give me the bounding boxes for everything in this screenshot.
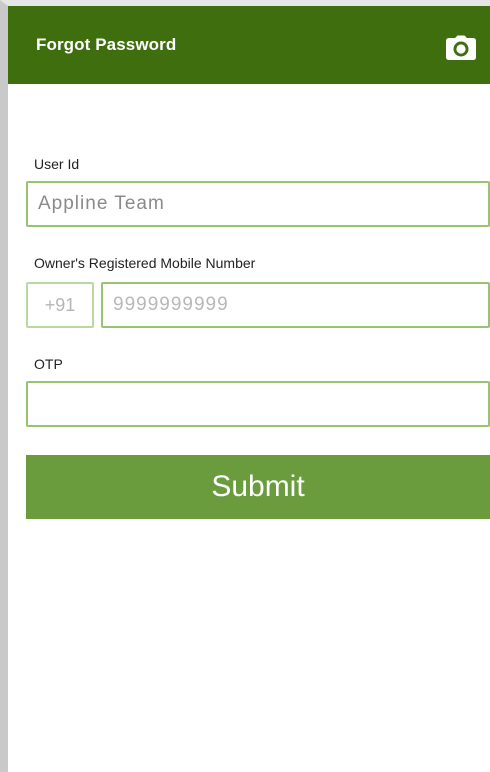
mobile-number-input[interactable] [101,282,490,328]
camera-button[interactable] [445,35,477,61]
user-id-input[interactable] [26,181,490,227]
app-bar: Forgot Password [8,6,490,84]
otp-input[interactable] [26,381,490,427]
page-title: Forgot Password [36,35,177,54]
otp-label: OTP [34,356,63,372]
submit-button[interactable]: Submit [26,455,490,519]
user-id-label: User Id [34,156,80,172]
mobile-number-label: Owner's Registered Mobile Number [34,255,256,271]
country-code-box[interactable]: +91 [26,282,94,328]
camera-icon [446,35,476,60]
